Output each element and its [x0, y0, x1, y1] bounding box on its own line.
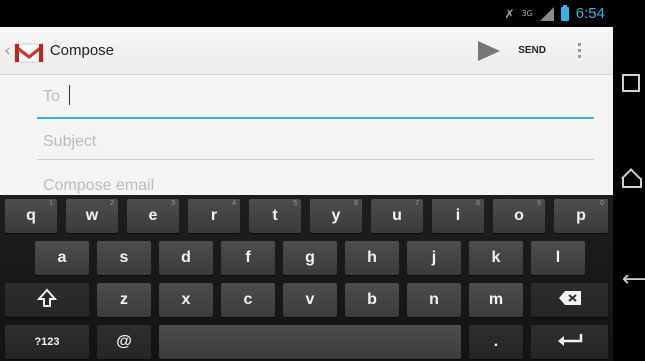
key-h[interactable]: h	[345, 241, 399, 275]
key-hint: 7	[415, 200, 419, 207]
shift-arrow-icon	[36, 287, 58, 313]
network-type-label: 3G	[521, 9, 533, 18]
delete-key[interactable]	[531, 283, 608, 317]
send-icon[interactable]	[478, 40, 501, 61]
key-label: u	[392, 207, 402, 224]
space-key[interactable]	[159, 325, 461, 359]
key-g[interactable]: g	[283, 241, 337, 275]
key-r[interactable]: r4	[188, 199, 240, 233]
key-y[interactable]: y6	[310, 199, 362, 233]
key-m[interactable]: m	[469, 283, 523, 317]
key-l[interactable]: l	[531, 241, 585, 275]
key-label: w	[85, 207, 99, 224]
enter-key[interactable]	[531, 325, 608, 359]
key-q[interactable]: q1	[5, 199, 57, 233]
key-hint: 4	[232, 200, 236, 207]
device-screen: ✗ 3G 6:54 ‹ Compose SEND To Subject Comp…	[0, 0, 613, 361]
key-u[interactable]: u7	[371, 199, 423, 233]
subject-placeholder: Subject	[43, 133, 97, 150]
action-bar: ‹ Compose SEND	[0, 27, 613, 75]
back-icon[interactable]: ⟵	[622, 269, 645, 291]
key-hint: 6	[354, 200, 358, 207]
key-hint: 8	[476, 200, 480, 207]
body-placeholder: Compose email	[43, 177, 155, 194]
key-p[interactable]: p0	[554, 199, 608, 233]
symbols-key[interactable]: ?123	[5, 325, 89, 359]
soft-keyboard: q1 w2 e3 r4 t5 y6 u7 i8 o9 p0 a s d f g …	[0, 195, 613, 361]
key-hint: 2	[110, 200, 114, 207]
at-key[interactable]: @	[97, 325, 151, 359]
signal-strength-icon	[539, 6, 554, 21]
key-v[interactable]: v	[283, 283, 337, 317]
key-t[interactable]: t5	[249, 199, 301, 233]
key-label: y	[331, 207, 341, 224]
key-n[interactable]: n	[407, 283, 461, 317]
key-c[interactable]: c	[221, 283, 275, 317]
key-label: e	[148, 207, 158, 224]
key-label: i	[455, 207, 461, 224]
shift-key[interactable]	[5, 283, 89, 317]
key-o[interactable]: o9	[493, 199, 545, 233]
text-cursor	[69, 85, 70, 105]
key-hint: 0	[600, 200, 604, 207]
to-field[interactable]: To	[37, 81, 594, 119]
key-label: r	[210, 207, 218, 224]
period-key[interactable]: .	[469, 325, 523, 359]
battery-icon	[560, 4, 569, 21]
gmail-logo-icon[interactable]	[13, 38, 45, 64]
backspace-icon	[558, 290, 582, 311]
page-title: Compose	[49, 42, 115, 59]
key-hint: 9	[537, 200, 541, 207]
key-label: t	[272, 207, 278, 224]
compose-form: To Subject Compose email	[0, 75, 613, 195]
key-label: q	[26, 207, 36, 224]
overflow-menu-icon[interactable]	[578, 43, 581, 58]
body-field[interactable]: Compose email	[37, 173, 594, 195]
home-icon[interactable]	[622, 172, 642, 188]
recent-apps-icon[interactable]	[622, 74, 640, 92]
key-f[interactable]: f	[221, 241, 275, 275]
key-e[interactable]: e3	[127, 199, 179, 233]
navigation-bar: ⟵	[613, 0, 645, 361]
key-j[interactable]: j	[407, 241, 461, 275]
key-w[interactable]: w2	[66, 199, 118, 233]
key-x[interactable]: x	[159, 283, 213, 317]
key-label: o	[514, 207, 524, 224]
up-navigation-icon[interactable]: ‹	[4, 41, 11, 61]
to-placeholder: To	[43, 88, 60, 105]
no-sim-icon: ✗	[504, 6, 515, 21]
key-s[interactable]: s	[97, 241, 151, 275]
key-hint: 5	[293, 200, 297, 207]
key-a[interactable]: a	[35, 241, 89, 275]
key-b[interactable]: b	[345, 283, 399, 317]
key-label: p	[576, 207, 586, 224]
key-hint: 3	[171, 200, 175, 207]
clock: 6:54	[575, 5, 605, 22]
key-z[interactable]: z	[97, 283, 151, 317]
key-i[interactable]: i8	[432, 199, 484, 233]
enter-return-icon	[556, 332, 584, 353]
status-bar: ✗ 3G 6:54	[0, 0, 613, 27]
key-k[interactable]: k	[469, 241, 523, 275]
key-d[interactable]: d	[159, 241, 213, 275]
key-hint: 1	[49, 200, 53, 207]
send-button[interactable]: SEND	[518, 45, 546, 56]
subject-field[interactable]: Subject	[37, 127, 594, 160]
